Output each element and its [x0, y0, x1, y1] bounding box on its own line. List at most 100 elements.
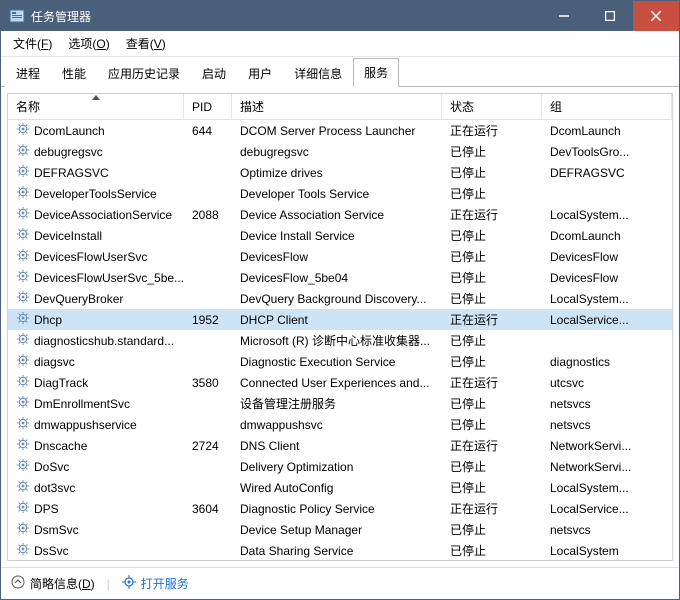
tab-processes[interactable]: 进程: [5, 59, 51, 87]
gear-icon: [16, 542, 30, 559]
table-row[interactable]: DevQueryBrokerDevQuery Background Discov…: [8, 288, 672, 309]
gear-icon: [16, 374, 30, 391]
service-name-label: dmwappushservice: [34, 418, 137, 432]
cell-group: diagnostics: [542, 355, 672, 369]
table-row[interactable]: DsmSvcDevice Setup Manager已停止netsvcs: [8, 519, 672, 540]
table-row[interactable]: DevicesFlowUserSvc_5be...DevicesFlow_5be…: [8, 267, 672, 288]
cell-name: Dnscache: [8, 437, 184, 454]
cell-pid: 3604: [184, 502, 232, 516]
cell-group: NetworkServi...: [542, 439, 672, 453]
cell-status: 已停止: [442, 458, 542, 475]
table-row[interactable]: DPS3604Diagnostic Policy Service正在运行Loca…: [8, 498, 672, 519]
col-header-desc[interactable]: 描述: [232, 94, 442, 119]
tab-performance[interactable]: 性能: [51, 59, 97, 87]
gear-icon: [16, 164, 30, 181]
titlebar[interactable]: 任务管理器: [1, 1, 679, 31]
tab-users[interactable]: 用户: [237, 59, 283, 87]
cell-pid: 1952: [184, 313, 232, 327]
cell-group: netsvcs: [542, 397, 672, 411]
cell-group: LocalService...: [542, 502, 672, 516]
service-name-label: Dnscache: [34, 439, 87, 453]
table-row[interactable]: Dnscache2724DNS Client正在运行NetworkServi..…: [8, 435, 672, 456]
chevron-up-circle-icon: [11, 575, 25, 592]
table-row[interactable]: diagsvcDiagnostic Execution Service已停止di…: [8, 351, 672, 372]
service-name-label: DevicesFlowUserSvc_5be...: [34, 271, 184, 285]
table-row[interactable]: DcomLaunch644DCOM Server Process Launche…: [8, 120, 672, 141]
cell-desc: DHCP Client: [232, 313, 442, 327]
table-row[interactable]: DeviceInstallDevice Install Service已停止Dc…: [8, 225, 672, 246]
table-row[interactable]: debugregsvcdebugregsvc已停止DevToolsGro...: [8, 141, 672, 162]
cell-desc: Diagnostic Policy Service: [232, 502, 442, 516]
cell-status: 已停止: [442, 332, 542, 349]
service-name-label: dot3svc: [34, 481, 75, 495]
cell-name: dmwappushservice: [8, 416, 184, 433]
cell-pid: 3580: [184, 376, 232, 390]
cell-name: DsSvc: [8, 542, 184, 559]
cell-desc: 设备管理注册服务: [232, 395, 442, 412]
col-header-status[interactable]: 状态: [442, 94, 542, 119]
table-row[interactable]: dmwappushservicedmwappushsvc已停止netsvcs: [8, 414, 672, 435]
open-services-button[interactable]: 打开服务: [122, 575, 189, 592]
service-name-label: Dhcp: [34, 313, 62, 327]
cell-status: 已停止: [442, 416, 542, 433]
cell-group: DevToolsGro...: [542, 145, 672, 159]
gear-icon: [16, 122, 30, 139]
cell-group: LocalSystem...: [542, 292, 672, 306]
menu-view[interactable]: 查看(V): [118, 32, 174, 55]
fewer-details-button[interactable]: 简略信息(D): [11, 575, 95, 592]
cell-status: 已停止: [442, 248, 542, 265]
col-header-pid[interactable]: PID: [184, 94, 232, 119]
cell-group: LocalSystem: [542, 544, 672, 558]
cell-desc: DevicesFlow: [232, 250, 442, 264]
cell-status: 已停止: [442, 143, 542, 160]
tabstrip: 进程 性能 应用历史记录 启动 用户 详细信息 服务: [1, 57, 679, 87]
table-row[interactable]: DoSvcDelivery Optimization已停止NetworkServ…: [8, 456, 672, 477]
cell-name: dot3svc: [8, 479, 184, 496]
cell-status: 正在运行: [442, 206, 542, 223]
tab-startup[interactable]: 启动: [191, 59, 237, 87]
minimize-button[interactable]: [541, 1, 587, 31]
service-name-label: DevicesFlowUserSvc: [34, 250, 147, 264]
cell-group: netsvcs: [542, 418, 672, 432]
menu-options[interactable]: 选项(O): [60, 32, 117, 55]
table-row[interactable]: DmEnrollmentSvc设备管理注册服务已停止netsvcs: [8, 393, 672, 414]
table-row[interactable]: Dhcp1952DHCP Client正在运行LocalService...: [8, 309, 672, 330]
cell-status: 已停止: [442, 521, 542, 538]
service-name-label: DevQueryBroker: [34, 292, 123, 306]
cell-group: netsvcs: [542, 523, 672, 537]
cell-name: DEFRAGSVC: [8, 164, 184, 181]
service-name-label: debugregsvc: [34, 145, 103, 159]
table-row[interactable]: DeviceAssociationService2088Device Assoc…: [8, 204, 672, 225]
close-button[interactable]: [633, 1, 679, 31]
maximize-button[interactable]: [587, 1, 633, 31]
gear-icon: [16, 248, 30, 265]
menu-file[interactable]: 文件(F): [5, 32, 60, 55]
tab-services[interactable]: 服务: [353, 58, 399, 87]
cell-group: NetworkServi...: [542, 460, 672, 474]
cell-name: DevicesFlowUserSvc: [8, 248, 184, 265]
cell-group: LocalSystem...: [542, 208, 672, 222]
table-row[interactable]: diagnosticshub.standard...Microsoft (R) …: [8, 330, 672, 351]
table-row[interactable]: dot3svcWired AutoConfig已停止LocalSystem...: [8, 477, 672, 498]
table-row[interactable]: DiagTrack3580Connected User Experiences …: [8, 372, 672, 393]
cell-desc: debugregsvc: [232, 145, 442, 159]
tab-app-history[interactable]: 应用历史记录: [97, 59, 191, 87]
table-body[interactable]: DcomLaunch644DCOM Server Process Launche…: [8, 120, 672, 560]
service-name-label: DPS: [34, 502, 59, 516]
cell-group: DevicesFlow: [542, 271, 672, 285]
service-name-label: DeveloperToolsService: [34, 187, 157, 201]
table-row[interactable]: DeveloperToolsServiceDeveloper Tools Ser…: [8, 183, 672, 204]
service-name-label: DeviceInstall: [34, 229, 102, 243]
col-header-name[interactable]: 名称: [8, 94, 184, 119]
table-row[interactable]: DEFRAGSVCOptimize drives已停止DEFRAGSVC: [8, 162, 672, 183]
gear-icon: [16, 500, 30, 517]
tab-details[interactable]: 详细信息: [283, 59, 353, 87]
col-header-group[interactable]: 组: [542, 94, 672, 119]
cell-status: 已停止: [442, 479, 542, 496]
table-row[interactable]: DsSvcData Sharing Service已停止LocalSystem: [8, 540, 672, 560]
cell-status: 已停止: [442, 542, 542, 559]
cell-status: 正在运行: [442, 311, 542, 328]
table-row[interactable]: DevicesFlowUserSvcDevicesFlow已停止DevicesF…: [8, 246, 672, 267]
gear-icon: [16, 206, 30, 223]
service-name-label: DEFRAGSVC: [34, 166, 109, 180]
